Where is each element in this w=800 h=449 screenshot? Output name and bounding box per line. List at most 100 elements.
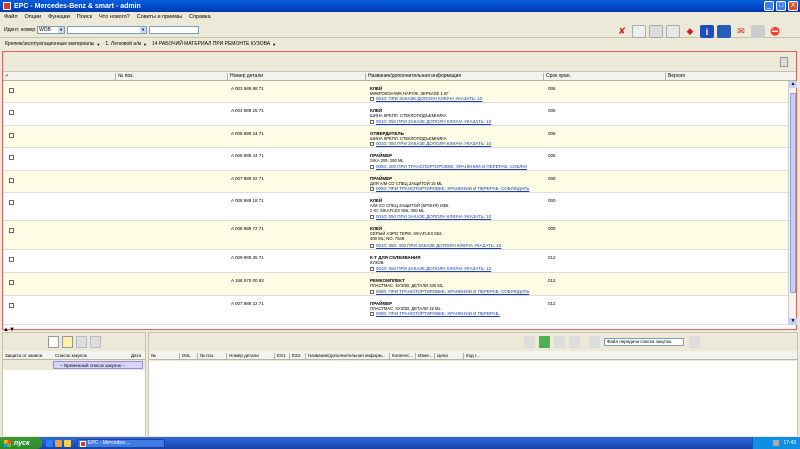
footnote-link[interactable]: 0010: 050 ПРИ ЗАКАЗЕ ДОПОЛН КЛЮЧА УКАЗАТ… (370, 141, 491, 146)
save-icon[interactable] (649, 25, 663, 38)
mail-icon[interactable]: ✉ (734, 25, 748, 38)
menu-functions[interactable]: Функции (48, 14, 70, 20)
chevron-down-icon[interactable]: ▼ (96, 42, 100, 47)
chevron-down-icon[interactable]: ▼ (272, 42, 276, 47)
start-button[interactable]: пуск (0, 437, 42, 449)
table-row[interactable]: A 008 989 18 71 КЛЕЙ А/М СО СПЕЦ.ЗАЩИТОЙ… (3, 193, 788, 221)
row-checkbox[interactable] (9, 200, 14, 205)
maximize-button[interactable]: □ (776, 1, 786, 11)
chevron-down-icon[interactable]: ▼ (58, 26, 65, 33)
breadcrumb-item-car[interactable]: 1. Легковой а/м (105, 41, 141, 47)
row-checkbox[interactable] (9, 257, 14, 262)
col-pos[interactable]: № поз. (115, 73, 227, 81)
scroll-up-icon[interactable]: ▲ (789, 81, 797, 88)
print-icon[interactable] (666, 25, 680, 38)
col-pos[interactable]: № поз. (197, 353, 214, 360)
extra-input[interactable] (149, 25, 200, 34)
footnote-icon (370, 311, 374, 316)
media-icon[interactable] (64, 439, 71, 447)
menu-whats-new[interactable]: Что нового? (99, 14, 130, 20)
transfer-file-select[interactable]: Файл передачи списка закупок (604, 338, 684, 346)
menu-file[interactable]: Файл (4, 14, 18, 20)
network-icon[interactable] (773, 440, 780, 446)
table-row[interactable]: A 003 989 88 71 КЛЕЙ МИКРОКОНЧИК НАРУЖ. … (3, 81, 788, 103)
footnote-link[interactable]: 0010: 050 ПРИ ЗАКАЗЕ ДОПОЛН КЛЮЧА УКАЗАТ… (370, 214, 491, 219)
footnote-link[interactable]: 0010: 050 ПРИ ЗАКАЗЕ ДОПОЛН КЛЮЧА УКАЗАТ… (370, 119, 491, 124)
ident-combo[interactable]: WDB ▼ (37, 25, 66, 34)
vertical-scrollbar[interactable]: ▲ ▼ (788, 81, 797, 325)
notes-icon[interactable] (632, 25, 646, 38)
search-icon[interactable] (524, 336, 535, 348)
col-check[interactable]: ✓ (3, 73, 115, 81)
breadcrumb: Крепеж/эксплуатационные материалы ▼ 1. Ле… (0, 39, 800, 49)
new-list-icon[interactable] (47, 336, 59, 348)
table-row[interactable]: A 008 989 24 71 ОТВЕРДИТЕЛЬ ШИНА КРЕПЛ. … (3, 126, 788, 148)
books-icon[interactable] (717, 25, 731, 38)
col-shelf-life[interactable]: Срок хран. (543, 73, 665, 81)
col-es2[interactable]: ES2 (289, 353, 301, 360)
list-item[interactable]: -- Временный список закупок -- (53, 361, 143, 369)
table-row[interactable]: A 007 989 22 71 ПРАЙМЕР ДЛЯ А/М СО СПЕЦ.… (3, 171, 788, 193)
col-write-protect[interactable]: Защита от записи (5, 353, 42, 358)
taskbar-app-button[interactable]: EPC - Mercedes-... (77, 438, 165, 448)
footnote-link[interactable]: 0010: 050 ПРИ ЗАКАЗЕ ДОПОЛН КЛЮЧА УКАЗАТ… (370, 266, 491, 271)
row-checkbox[interactable] (9, 280, 14, 285)
col-unit[interactable]: Изме... (415, 353, 433, 360)
ident-search-combo[interactable]: ▼ (67, 25, 148, 34)
menu-help[interactable]: Справка (189, 14, 211, 20)
breadcrumb-item-materials[interactable]: Крепеж/эксплуатационные материалы (5, 41, 94, 47)
footnote-link[interactable]: 0050: ПРИ ТРАНСПОРТИРОВКЕ, ХРАНЕНИИ И ПЕ… (370, 186, 529, 191)
breadcrumb-item-group[interactable]: 14 РАБОЧИЙ МАТЕРИАЛ ПРИ РЕМОНТЕ КУЗОВА (152, 41, 270, 47)
chevron-down-icon[interactable]: ▼ (140, 26, 147, 33)
browser-icon[interactable] (46, 439, 53, 447)
menu-search[interactable]: Поиск (77, 14, 92, 20)
col-part-number[interactable]: Номер детали (226, 353, 259, 360)
footnote-link[interactable]: 0050: ПРИ ТРАНСПОРТИРОВКЕ, ХРАНЕНИИ И ПЕ… (370, 311, 500, 316)
col-name[interactable]: Название/дополнительная информация (365, 73, 543, 81)
document-icon[interactable] (780, 57, 788, 67)
col-date[interactable]: Дата (131, 353, 141, 358)
table-row[interactable]: A 168 570 00 93 РЕМКОМПЛЕКТ ПЛАСТМАС. КУ… (3, 273, 788, 296)
col-code[interactable]: Код г... (463, 353, 480, 360)
scroll-thumb[interactable] (790, 93, 796, 293)
col-quantity[interactable]: Количес... (389, 353, 413, 360)
menu-tips[interactable]: Советы и приемы (137, 14, 182, 20)
footnote-link[interactable]: 0010: 050: 400 ПРИ ЗАКАЗЕ ДОПОЛН КЛЮЧА У… (370, 243, 501, 248)
open-list-icon[interactable] (61, 336, 73, 348)
detail-body (149, 361, 797, 436)
row-checkbox[interactable] (9, 88, 14, 93)
row-checkbox[interactable] (9, 110, 14, 115)
footnote-link[interactable]: 0050: 400 ПРИ ТРАНСПОРТИРОВКЕ, ХРАНЕНИИ … (370, 164, 527, 169)
footnote-link[interactable]: 0010: ПРИ ЗАКАЗЕ ДОПОЛН КЛЮЧА УКАЗАТЬ: 1… (370, 96, 482, 101)
desktop-icon[interactable] (55, 439, 62, 447)
col-es1[interactable]: ES1 (274, 353, 286, 360)
table-row[interactable]: A 007 989 22 71 ПРАЙМЕР ПЛАСТМАС. КУЗОВ;… (3, 296, 788, 325)
delete-cart-icon[interactable]: ✘ (615, 25, 629, 38)
scroll-down-icon[interactable]: ▼ (789, 318, 797, 325)
close-button[interactable]: X (788, 1, 798, 11)
table-row[interactable]: A 009 989 35 71 К-Т ДЛЯ СКЛЕИВАНИЯ КУЗОВ… (3, 250, 788, 273)
table-row[interactable]: A 008 989 44 71 ПРАЙМЕР SIKA 209; 250 ML… (3, 148, 788, 171)
col-part-number[interactable]: Номер детали (227, 73, 365, 81)
col-no[interactable]: № (149, 353, 156, 360)
eraser-icon[interactable]: ◆ (683, 25, 697, 38)
minimize-button[interactable]: _ (764, 1, 774, 11)
col-name[interactable]: Название/дополнительная информ... (305, 353, 386, 360)
col-dsl[interactable]: DSL (179, 353, 191, 360)
row-checkbox[interactable] (9, 178, 14, 183)
footnote-link[interactable]: 0050: ПРИ ТРАНСПОРТИРОВКЕ, ХРАНЕНИИ И ПЕ… (370, 289, 529, 294)
info-icon[interactable]: i (700, 25, 714, 38)
menu-options[interactable]: Опции (25, 14, 42, 20)
col-version[interactable]: Версия (665, 73, 796, 81)
chevron-down-icon[interactable]: ▼ (143, 42, 147, 47)
row-checkbox[interactable] (9, 155, 14, 160)
add-cart-icon[interactable] (539, 336, 550, 348)
row-checkbox[interactable] (9, 303, 14, 308)
table-row[interactable]: A 004 989 25 71 КЛЕЙ ШИНА КРЕПЛ. СТЕКЛОП… (3, 103, 788, 126)
col-price[interactable]: Цена (434, 353, 448, 360)
col-list-name[interactable]: Список закупок (55, 353, 87, 358)
table-row[interactable]: A 008 989 72 71 КЛЕЙ СЕРЫЙ АЭРО ТЕРМ. SI… (3, 221, 788, 250)
exit-icon[interactable]: ⛔ (768, 25, 782, 38)
row-checkbox[interactable] (9, 228, 14, 233)
row-checkbox[interactable] (9, 133, 14, 138)
